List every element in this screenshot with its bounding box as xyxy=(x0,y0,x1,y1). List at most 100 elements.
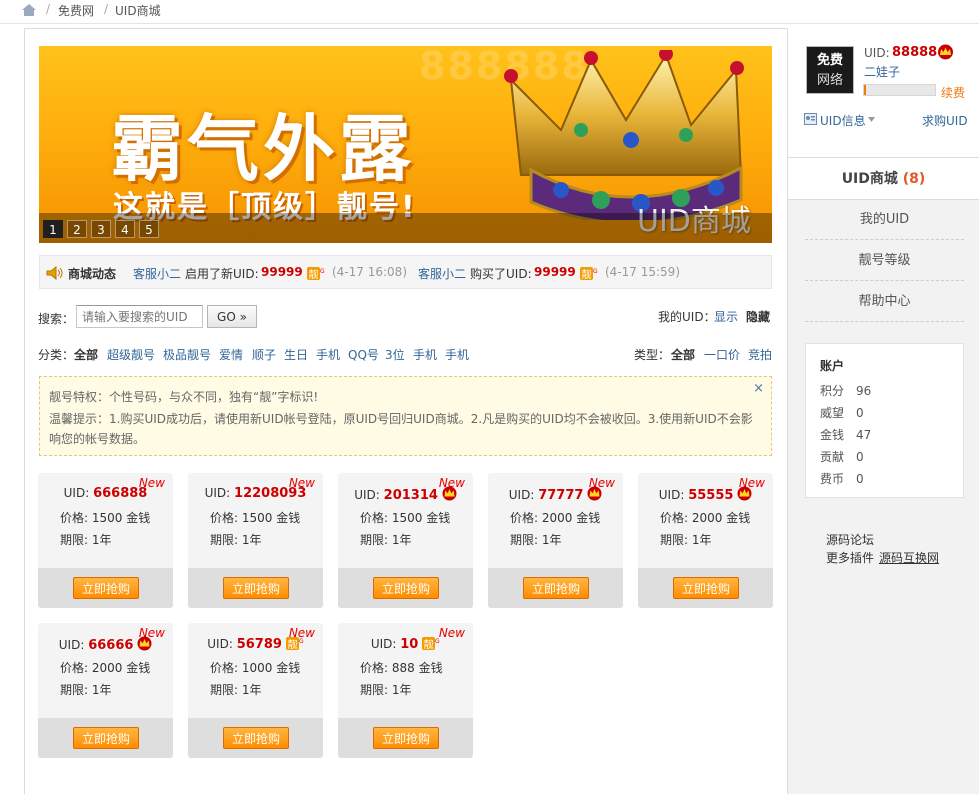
category-3digit[interactable]: 3位 xyxy=(385,346,405,363)
card-uid: UID: 77777 xyxy=(488,486,623,503)
card-uid-number[interactable]: 56789 xyxy=(237,637,282,652)
svg-text:靓: 靓 xyxy=(287,638,297,651)
uid-card: New UID: 201314 价格: 1500 金钱 期限: 1年 立即抢购 xyxy=(338,473,473,608)
buy-now-button[interactable]: 立即抢购 xyxy=(523,577,589,599)
slide-dot-2[interactable]: 2 xyxy=(67,220,87,238)
chevron-down-icon[interactable] xyxy=(868,117,875,122)
category-mobile-2[interactable]: 手机 xyxy=(413,346,437,363)
buy-now-button[interactable]: 立即抢购 xyxy=(673,577,739,599)
slide-dot-3[interactable]: 3 xyxy=(91,220,111,238)
uid-search-input[interactable] xyxy=(76,305,203,328)
account-title: 账户 xyxy=(820,359,845,373)
banner-title: 霸气外露 xyxy=(111,107,416,191)
xin-badge-icon: 靓G xyxy=(580,267,598,281)
category-love[interactable]: 爱情 xyxy=(219,346,243,363)
card-uid-number[interactable]: 12208093 xyxy=(234,486,306,501)
card-uid: UID: 201314 xyxy=(338,486,473,503)
sidebar-item-level[interactable]: 靓号等级 xyxy=(805,241,964,281)
category-birthday[interactable]: 生日 xyxy=(284,346,308,363)
breadcrumb-item-home[interactable]: 免费网 xyxy=(58,2,94,19)
type-auction[interactable]: 竞拍 xyxy=(748,346,772,363)
slide-dot-4[interactable]: 4 xyxy=(115,220,135,238)
news-user-1[interactable]: 客服小二 xyxy=(133,265,181,282)
type-all[interactable]: 全部 xyxy=(671,346,695,363)
sidebar-item-my-uid[interactable]: 我的UID xyxy=(805,200,964,240)
card-footer: 立即抢购 xyxy=(38,718,173,758)
crown-badge-icon xyxy=(442,486,457,501)
card-uid-number[interactable]: 55555 xyxy=(688,488,733,503)
uid-card: New UID: 56789 靓 G 价格: 1000 金钱 期限: 1年 立即抢购 xyxy=(188,623,323,758)
sidebar-item-uid-store[interactable]: UID商城 (8) xyxy=(788,158,979,200)
xin-badge-icon: 靓G xyxy=(307,267,325,281)
home-icon[interactable] xyxy=(22,4,36,16)
card-uid-number[interactable]: 201314 xyxy=(384,488,438,503)
card-price: 价格: 2000 金钱 xyxy=(60,661,151,675)
my-uid-hide-link[interactable]: 隐藏 xyxy=(746,308,770,325)
card-uid-number[interactable]: 666888 xyxy=(93,486,147,501)
sidebar-item-count: (8) xyxy=(902,171,926,187)
notice-close-icon[interactable]: × xyxy=(753,381,764,396)
category-all[interactable]: 全部 xyxy=(74,346,98,363)
news-action-1: 启用了新UID: xyxy=(185,267,259,281)
category-premium[interactable]: 极品靓号 xyxy=(163,346,211,363)
card-footer: 立即抢购 xyxy=(338,718,473,758)
card-uid: UID: 12208093 xyxy=(204,486,307,501)
category-qq[interactable]: QQ号 xyxy=(348,346,379,363)
card-uid: UID: 56789 靓G xyxy=(207,637,304,652)
news-uid-1[interactable]: 99999 xyxy=(261,265,303,279)
crown-badge-icon xyxy=(737,486,752,501)
card-term: 期限: 1年 xyxy=(360,533,412,547)
buy-now-button[interactable]: 立即抢购 xyxy=(373,727,439,749)
card-price: 价格: 2000 金钱 xyxy=(660,511,751,525)
id-card-icon xyxy=(804,113,817,125)
type-fixed-price[interactable]: 一口价 xyxy=(704,346,740,363)
news-user-2[interactable]: 客服小二 xyxy=(418,265,466,282)
more-plugins-link[interactable]: 源码互换网 xyxy=(879,549,939,566)
renew-link[interactable]: 续费 xyxy=(941,84,965,101)
slide-dot-1[interactable]: 1 xyxy=(43,220,63,238)
buy-now-button[interactable]: 立即抢购 xyxy=(223,577,289,599)
svg-text:靓: 靓 xyxy=(309,268,319,281)
card-term: 期限: 1年 xyxy=(60,683,112,697)
news-time-1: (4-17 16:08) xyxy=(332,265,407,279)
uid-info-link[interactable]: UID信息 xyxy=(820,112,866,129)
wanted-uid-link[interactable]: 求购UID xyxy=(922,112,968,129)
profile-uid-value: 88888 xyxy=(892,45,938,60)
buy-now-button[interactable]: 立即抢购 xyxy=(73,727,139,749)
svg-text:G: G xyxy=(320,268,325,275)
breadcrumb-item-uid-store[interactable]: UID商城 xyxy=(115,2,161,19)
profile-username[interactable]: 二娃子 xyxy=(864,63,900,80)
svg-text:G: G xyxy=(435,638,440,645)
account-row: 威望 0 xyxy=(820,406,864,420)
category-super[interactable]: 超级靓号 xyxy=(107,346,155,363)
category-mobile[interactable]: 手机 xyxy=(316,346,340,363)
buy-now-button[interactable]: 立即抢购 xyxy=(373,577,439,599)
card-uid-number[interactable]: 10 xyxy=(400,637,418,652)
card-footer: 立即抢购 xyxy=(488,568,623,608)
card-uid-number[interactable]: 77777 xyxy=(538,488,583,503)
news-label: 商城动态 xyxy=(68,267,117,281)
category-label: 分类： xyxy=(38,348,75,362)
promo-banner[interactable]: 888888 霸气外露 这就是［顶级］靓号! UID商城 1 2 3 4 5 xyxy=(39,46,772,243)
buy-now-button[interactable]: 立即抢购 xyxy=(223,727,289,749)
uid-card: New UID: 66666 价格: 2000 金钱 期限: 1年 立即抢购 xyxy=(38,623,173,758)
card-uid-number[interactable]: 66666 xyxy=(88,638,133,653)
my-uid-show-link[interactable]: 显示 xyxy=(714,308,738,325)
sidebar-item-help[interactable]: 帮助中心 xyxy=(805,282,964,322)
card-uid: UID: 66666 xyxy=(38,636,173,653)
avatar[interactable]: 免费 网络 xyxy=(806,46,854,94)
buy-now-button[interactable]: 立即抢购 xyxy=(73,577,139,599)
notice-privilege: 靓号特权：个性号码，与众不同，独有“靓”字标识! xyxy=(49,390,319,404)
avatar-line2: 网络 xyxy=(816,73,843,88)
uid-card: New UID: 77777 价格: 2000 金钱 期限: 1年 立即抢购 xyxy=(488,473,623,608)
account-panel: 账户 积分 96 威望 0 金钱 47 贡献 0 费币 0 xyxy=(805,343,964,498)
sidebar-item-label: UID商城 xyxy=(841,171,898,187)
slide-dot-5[interactable]: 5 xyxy=(139,220,159,238)
crown-badge-icon xyxy=(137,636,152,651)
card-price: 价格: 1500 金钱 xyxy=(210,511,301,525)
search-go-button[interactable]: GO » xyxy=(207,305,257,328)
category-sequence[interactable]: 顺子 xyxy=(252,346,276,363)
category-mobile-3[interactable]: 手机 xyxy=(445,346,469,363)
news-uid-2[interactable]: 99999 xyxy=(534,265,576,279)
account-row: 费币 0 xyxy=(820,472,864,486)
